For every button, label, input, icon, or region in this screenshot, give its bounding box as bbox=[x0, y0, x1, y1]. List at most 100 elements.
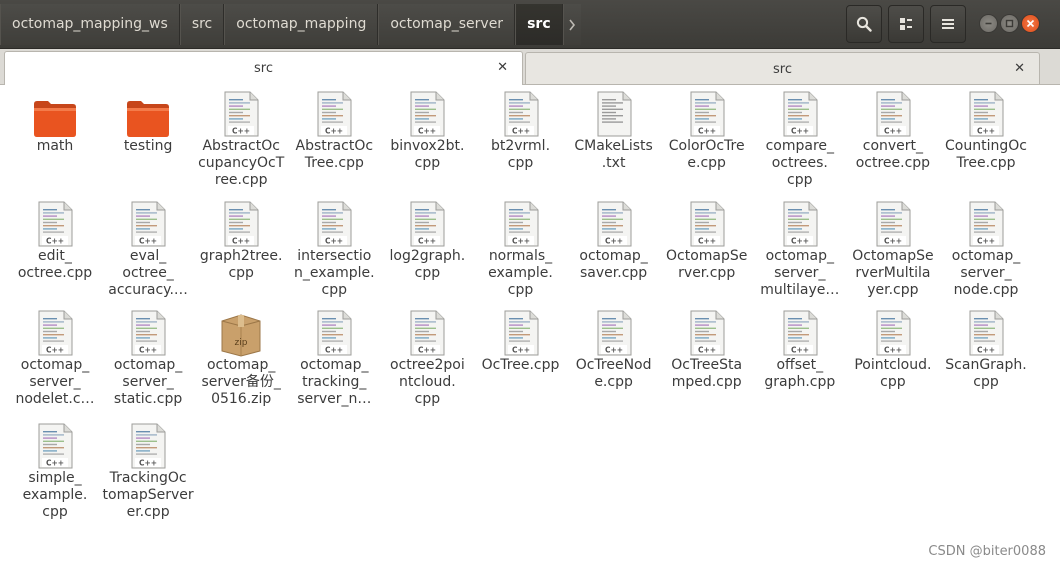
file-name-label: octomap_ server_ nodelet.c… bbox=[15, 357, 95, 407]
svg-text:C++: C++ bbox=[418, 237, 436, 246]
cpp-file-icon: C++ bbox=[32, 200, 78, 248]
svg-text:C++: C++ bbox=[698, 127, 716, 136]
svg-text:C++: C++ bbox=[232, 127, 250, 136]
file-name-label: offset_ graph.cpp bbox=[764, 357, 836, 390]
folder-icon bbox=[32, 90, 78, 138]
svg-text:C++: C++ bbox=[884, 127, 902, 136]
cpp-file-icon: C++ bbox=[870, 309, 916, 357]
file-name-label: OcTreeSta mped.cpp bbox=[671, 357, 743, 390]
svg-text:C++: C++ bbox=[325, 346, 343, 355]
file-name-label: octomap_ server_ static.cpp bbox=[113, 357, 183, 407]
minimize-button[interactable] bbox=[979, 14, 998, 33]
svg-text:C++: C++ bbox=[46, 237, 64, 246]
chevron-right-icon bbox=[569, 19, 576, 30]
svg-text:C++: C++ bbox=[511, 237, 529, 246]
breadcrumb-src[interactable]: src bbox=[179, 4, 225, 45]
tab-close-icon[interactable]: ✕ bbox=[1014, 61, 1025, 76]
svg-text:C++: C++ bbox=[418, 346, 436, 355]
maximize-button[interactable] bbox=[1000, 14, 1019, 33]
cpp-file-icon: C++ bbox=[591, 200, 637, 248]
watermark: CSDN @biter0088 bbox=[928, 544, 1046, 559]
svg-text:C++: C++ bbox=[232, 237, 250, 246]
file-name-label: octomap_ server_ multilaye… bbox=[760, 248, 840, 298]
tab-src-1[interactable]: src ✕ bbox=[4, 51, 523, 85]
cpp-file-icon: C++ bbox=[218, 200, 264, 248]
svg-text:C++: C++ bbox=[325, 127, 343, 136]
svg-text:C++: C++ bbox=[46, 459, 64, 468]
breadcrumb-src-current[interactable]: src bbox=[515, 4, 563, 45]
svg-text:C++: C++ bbox=[418, 127, 436, 136]
file-name-label: edit_ octree.cpp bbox=[17, 248, 93, 281]
cpp-file-icon: C++ bbox=[963, 309, 1009, 357]
svg-text:C++: C++ bbox=[325, 237, 343, 246]
svg-text:C++: C++ bbox=[139, 346, 157, 355]
svg-text:C++: C++ bbox=[605, 237, 623, 246]
search-button[interactable] bbox=[846, 5, 882, 43]
svg-text:zip: zip bbox=[235, 338, 248, 348]
file-name-label: octomap_ saver.cpp bbox=[579, 248, 648, 281]
file-name-label: intersectio n_example. cpp bbox=[294, 248, 375, 298]
file-name-label: AbstractOc Tree.cpp bbox=[295, 138, 374, 171]
cpp-file-icon: C++ bbox=[311, 200, 357, 248]
breadcrumb-octomap-server[interactable]: octomap_server bbox=[378, 4, 516, 45]
file-name-label: convert_ octree.cpp bbox=[855, 138, 931, 171]
cpp-file-icon: C++ bbox=[870, 90, 916, 138]
tab-label: src bbox=[773, 62, 792, 77]
cpp-file-icon: C++ bbox=[498, 200, 544, 248]
cpp-file-icon: C++ bbox=[125, 200, 171, 248]
tab-close-icon[interactable]: ✕ bbox=[497, 60, 508, 75]
cpp-file-icon: C++ bbox=[684, 309, 730, 357]
file-name-label: binvox2bt. cpp bbox=[390, 138, 465, 171]
hamburger-menu-icon bbox=[942, 19, 954, 29]
cpp-file-icon: C++ bbox=[963, 90, 1009, 138]
cpp-file-icon: C++ bbox=[311, 90, 357, 138]
breadcrumb-scroll-button[interactable] bbox=[562, 4, 581, 45]
cpp-file-icon: C++ bbox=[777, 200, 823, 248]
text-file-icon bbox=[591, 90, 637, 138]
cpp-file-icon: C++ bbox=[777, 309, 823, 357]
file-name-label: normals_ example. cpp bbox=[488, 248, 553, 298]
view-options-button[interactable] bbox=[888, 5, 924, 43]
breadcrumb: octomap_mapping_ws src octomap_mapping o… bbox=[0, 4, 581, 45]
file-name-label: ScanGraph. cpp bbox=[945, 357, 1027, 390]
file-name-label: TrackingOc tomapServer er.cpp bbox=[102, 470, 194, 520]
file-name-label: CountingOc Tree.cpp bbox=[945, 138, 1027, 171]
breadcrumb-octomap-mapping[interactable]: octomap_mapping bbox=[224, 4, 379, 45]
file-name-label: ColorOcTre e.cpp bbox=[668, 138, 745, 171]
search-icon bbox=[856, 16, 872, 32]
file-name-label: octomap_ tracking_ server_n… bbox=[297, 357, 372, 407]
file-name-label: OcTreeNod e.cpp bbox=[575, 357, 652, 390]
file-name-label: graph2tree. cpp bbox=[199, 248, 283, 281]
file-name-label: OctomapSe rverMultila yer.cpp bbox=[852, 248, 934, 298]
svg-text:C++: C++ bbox=[977, 237, 995, 246]
tab-src-2[interactable]: src ✕ bbox=[525, 52, 1040, 84]
cpp-file-icon: C++ bbox=[404, 309, 450, 357]
svg-text:C++: C++ bbox=[884, 346, 902, 355]
file-name-label: OcTree.cpp bbox=[481, 357, 560, 373]
svg-text:C++: C++ bbox=[139, 459, 157, 468]
zip-archive-icon: zip bbox=[218, 309, 264, 357]
cpp-file-icon: C++ bbox=[684, 90, 730, 138]
cpp-file-icon: C++ bbox=[218, 90, 264, 138]
file-name-label: log2graph. cpp bbox=[389, 248, 466, 281]
tab-label: src bbox=[254, 61, 273, 76]
svg-text:C++: C++ bbox=[977, 346, 995, 355]
svg-text:C++: C++ bbox=[977, 127, 995, 136]
main-menu-button[interactable] bbox=[930, 5, 966, 43]
svg-text:C++: C++ bbox=[791, 127, 809, 136]
svg-text:C++: C++ bbox=[791, 346, 809, 355]
close-window-button[interactable] bbox=[1021, 14, 1040, 33]
cpp-file-icon: C++ bbox=[32, 309, 78, 357]
maximize-icon bbox=[1005, 19, 1014, 28]
svg-text:C++: C++ bbox=[698, 346, 716, 355]
close-icon bbox=[1026, 19, 1035, 28]
cpp-file-icon: C++ bbox=[125, 309, 171, 357]
svg-text:C++: C++ bbox=[139, 237, 157, 246]
file-name-label: testing bbox=[123, 138, 173, 154]
file-name-label: OctomapSe rver.cpp bbox=[666, 248, 748, 281]
breadcrumb-octomap-mapping-ws[interactable]: octomap_mapping_ws bbox=[0, 4, 180, 45]
file-name-label: eval_ octree_ accuracy.… bbox=[108, 248, 188, 298]
svg-text:C++: C++ bbox=[46, 346, 64, 355]
file-icon-grid: math testing C++ AbstractOc cupancyOcT ree… bbox=[0, 86, 1060, 568]
svg-text:C++: C++ bbox=[884, 237, 902, 246]
